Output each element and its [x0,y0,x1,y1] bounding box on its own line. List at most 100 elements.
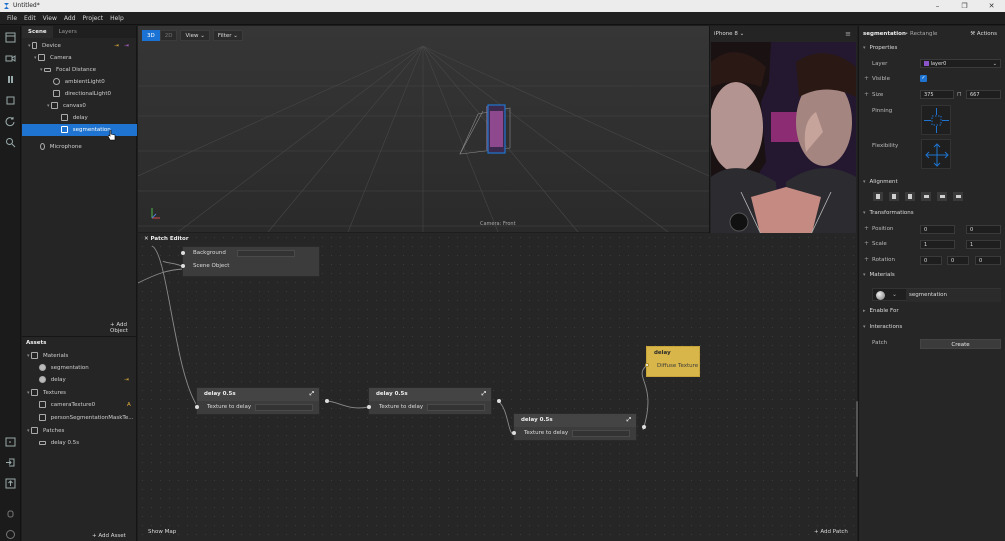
input-port[interactable] [181,264,185,268]
menu-icon[interactable]: ≡ [845,30,851,38]
viewport[interactable]: 3D 2D View ⌄ Filter ⌄ Camera: Front [138,26,709,232]
tree-item-microphone[interactable]: Microphone [22,141,137,153]
patch-node-delay-2[interactable]: delay 0.5s ⤢ Texture to delay [367,387,501,415]
menu-project[interactable]: Project [81,12,109,24]
asset-folder-materials[interactable]: ▾ Materials [22,350,137,362]
section-materials[interactable]: ▾ Materials [863,272,895,278]
input-port[interactable] [195,405,199,409]
asset-patch-delay[interactable]: delay 0.5s [22,437,137,449]
keyframe-icon[interactable]: + [864,225,869,232]
tree-item-camera[interactable]: ▾ Camera [22,52,137,64]
section-alignment[interactable]: ▾ Alignment [863,179,898,185]
align-middle-button[interactable] [937,192,947,201]
node-row-texture[interactable]: Texture to delay [195,401,319,414]
menu-add[interactable]: Add [62,12,81,24]
collapse-arrow-icon[interactable]: ▾ [27,353,30,359]
align-top-button[interactable] [921,192,931,201]
collapse-arrow-icon[interactable]: ▾ [28,43,31,49]
section-enable-for[interactable]: ▸ Enable For [863,308,899,314]
collapse-arrow-icon[interactable]: ▾ [34,55,37,61]
align-right-button[interactable] [905,192,915,201]
section-interactions[interactable]: ▾ Interactions [863,324,902,330]
expand-icon[interactable]: ⤢ [627,414,631,427]
pause-icon[interactable] [5,74,16,85]
tree-item-focal-distance[interactable]: ▾ Focal Distance [22,64,137,76]
node-row-diffuse-texture[interactable]: Diffuse Texture [645,360,699,373]
link-icon[interactable]: ⇥ [114,40,119,52]
menu-edit[interactable]: Edit [22,12,41,24]
view-3d-button[interactable]: 3D [142,30,160,41]
rotation-x-input[interactable]: 0 [920,256,942,265]
section-properties[interactable]: ▾ Properties [863,45,897,51]
material-slot[interactable]: ⌄ segmentation [872,288,1001,302]
help-icon[interactable] [5,529,16,540]
scene-panel-icon[interactable] [5,32,16,43]
background-field[interactable] [237,250,295,257]
patch-node-delay-3[interactable]: delay 0.5s ⤢ Texture to delay [512,413,646,441]
patch-editor[interactable]: ✕ Patch Editor Background Scene Object d… [138,233,859,541]
scale-y-input[interactable]: 1 [966,240,1001,249]
link-purple-icon[interactable]: ⇥ [124,40,129,52]
add-object-button[interactable]: + Add Object [110,322,136,334]
refresh-icon[interactable] [5,116,16,127]
stop-icon[interactable] [5,95,16,106]
collapse-arrow-icon[interactable]: ▾ [27,390,30,396]
tree-item-ambient-light[interactable]: ambientLight0 [22,76,137,88]
asset-folder-patches[interactable]: ▾ Patches [22,425,137,437]
chevron-down-icon[interactable]: ⌄ [892,291,897,298]
collapse-arrow-icon[interactable]: ▾ [27,428,30,434]
close-button[interactable]: ✕ [978,0,1005,12]
keyframe-icon[interactable]: + [864,91,869,98]
bug-icon[interactable] [5,508,16,519]
asset-material-segmentation[interactable]: segmentation [22,362,137,374]
show-map-button[interactable]: Show Map [148,529,176,535]
texture-field[interactable] [255,404,313,411]
node-row-texture[interactable]: Texture to delay [512,427,636,440]
output-port[interactable] [325,399,329,403]
position-x-input[interactable]: 0 [920,225,955,234]
input-port[interactable] [367,405,371,409]
tree-item-delay[interactable]: delay [22,112,137,124]
patch-node-material-delay[interactable]: delay Diffuse Texture [645,346,700,377]
collapse-arrow-icon[interactable]: ▾ [40,67,43,73]
tree-item-canvas[interactable]: ▾ canvas0 [22,100,137,112]
tree-item-device[interactable]: ▾ Device ⇥ ⇥ [22,40,137,52]
patch-node-delay-1[interactable]: delay 0.5s ⤢ Texture to delay [195,387,329,415]
tab-layers[interactable]: Layers [53,26,83,38]
actions-button[interactable]: ⚒ Actions [970,31,997,37]
expand-icon[interactable]: ⤢ [482,388,486,401]
link-icon[interactable]: ⇥ [124,374,129,386]
output-port[interactable] [642,425,646,429]
upload-icon[interactable] [5,478,16,489]
input-port[interactable] [645,363,649,367]
align-bottom-button[interactable] [953,192,963,201]
size-height-input[interactable]: 667 [966,90,1001,99]
video-icon[interactable] [5,53,16,64]
node-row-background[interactable]: Background [181,247,319,260]
collapse-arrow-icon[interactable]: ▾ [47,103,50,109]
align-center-button[interactable] [889,192,899,201]
scale-x-input[interactable]: 1 [920,240,955,249]
tree-item-directional-light[interactable]: directionalLight0 [22,88,137,100]
menu-help[interactable]: Help [108,12,129,24]
filter-dropdown[interactable]: Filter ⌄ [212,30,243,41]
menu-file[interactable]: File [5,12,22,24]
tab-scene[interactable]: Scene [22,26,53,38]
view-dropdown[interactable]: View ⌄ [180,30,210,41]
asset-material-delay[interactable]: delay ⇥ [22,374,137,386]
texture-field[interactable] [572,430,630,437]
flexibility-widget[interactable] [921,139,951,169]
rotation-z-input[interactable]: 0 [975,256,1001,265]
position-y-input[interactable]: 0 [966,225,1001,234]
patch-node-scene-object[interactable]: Background Scene Object [181,246,320,277]
menu-view[interactable]: View [41,12,62,24]
keyframe-icon[interactable]: + [864,256,869,263]
section-transformations[interactable]: ▾ Transformations [863,210,914,216]
keyframe-icon[interactable]: + [864,240,869,247]
asset-texture-camera[interactable]: cameraTexture0 A [22,399,137,411]
view-2d-button[interactable]: 2D [159,30,178,41]
align-left-button[interactable] [873,192,883,201]
pinning-widget[interactable] [921,105,951,135]
tree-item-segmentation[interactable]: segmentation [22,124,137,141]
node-row-scene-object[interactable]: Scene Object [181,260,319,273]
